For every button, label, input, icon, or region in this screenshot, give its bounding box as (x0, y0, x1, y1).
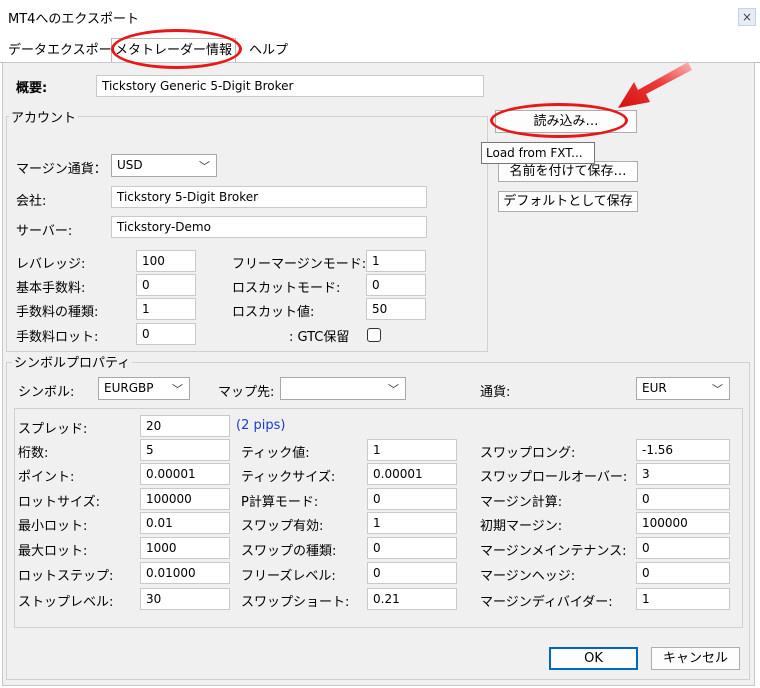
row-right-input[interactable]: -1.56 (636, 439, 730, 461)
row-mid-label: スワップショート: (241, 595, 350, 610)
gtc-label: : GTC保留 (289, 330, 350, 345)
company-input[interactable]: Tickstory 5-Digit Broker (111, 186, 427, 208)
row-right-input[interactable]: 0 (636, 537, 730, 559)
symbol-group-title: シンボルプロパティ (12, 352, 133, 371)
load-tooltip: Load from FXT... (481, 142, 595, 164)
margin-currency-label: マージン通貨： (16, 162, 107, 177)
spread-label: スプレッド: (18, 422, 88, 437)
row-mid-label: フリーズレベル: (241, 569, 336, 584)
row-mid-label: スワップの種類: (241, 544, 337, 559)
row-mid-label: P計算モード: (241, 495, 319, 510)
row-left-label: 桁数: (18, 446, 49, 461)
row-left-label: ストップレベル: (18, 595, 114, 610)
row-left-input[interactable]: 0.01 (140, 512, 230, 534)
stopout-value-input[interactable]: 50 (366, 298, 426, 320)
row-mid-input[interactable]: 0.21 (367, 588, 457, 610)
chevron-down-icon: ﹀ (199, 160, 210, 173)
row-left-label: ロットステップ: (18, 569, 114, 584)
row-left-input[interactable]: 30 (140, 588, 230, 610)
map-label: マップ先: (218, 385, 275, 400)
gtc-checkbox[interactable] (367, 328, 381, 342)
row-left-input[interactable]: 0.00001 (140, 463, 230, 485)
map-select[interactable]: ﹀ (280, 377, 406, 400)
fee-type-label: 手数料の種類: (16, 305, 99, 320)
row-right-label: スワップロールオーバー: (480, 470, 628, 485)
tab-data-export[interactable]: データエクスポート (5, 40, 128, 61)
symbol-label: シンボル: (18, 385, 75, 400)
row-left-label: ポイント: (18, 470, 75, 485)
leverage-input[interactable]: 100 (136, 250, 196, 272)
spread-note: (2 pips) (236, 418, 286, 433)
row-right-input[interactable]: 3 (636, 463, 730, 485)
row-mid-input[interactable]: 1 (367, 512, 457, 534)
stopout-value-label: ロスカット値: (232, 305, 315, 320)
symbol-value: EURGBP (104, 381, 154, 395)
leverage-label: レバレッジ: (16, 257, 86, 272)
row-mid-input[interactable]: 0 (367, 488, 457, 510)
row-left-label: ロットサイズ: (18, 495, 100, 510)
currency-value: EUR (642, 381, 667, 395)
fee-lot-input[interactable]: 0 (136, 323, 196, 345)
tab-help[interactable]: ヘルプ (246, 40, 291, 61)
row-left-input[interactable]: 0.01000 (140, 562, 230, 584)
server-label: サーバー: (16, 224, 73, 239)
row-mid-input[interactable]: 0 (367, 562, 457, 584)
save-default-button[interactable]: デフォルトとして保存 (498, 191, 638, 212)
stopout-mode-input[interactable]: 0 (366, 274, 426, 296)
stopout-mode-label: ロスカットモード: (232, 281, 341, 296)
currency-select[interactable]: EUR ﹀ (636, 377, 730, 400)
overview-input[interactable]: Tickstory Generic 5-Digit Broker (96, 75, 484, 97)
row-right-label: マージン計算: (480, 495, 563, 510)
chevron-down-icon: ﹀ (388, 383, 399, 396)
row-mid-input[interactable]: 1 (367, 439, 457, 461)
cancel-button[interactable]: キャンセル (651, 647, 740, 670)
save-as-button[interactable]: 名前を付けて保存… (498, 161, 638, 182)
base-fee-label: 基本手数料: (16, 281, 86, 296)
row-left-label: 最大ロット: (18, 544, 88, 559)
margin-currency-value: USD (117, 158, 143, 172)
annotation-arrow-icon (618, 62, 692, 108)
annotation-ring-tab (111, 29, 242, 69)
row-right-input[interactable]: 0 (636, 562, 730, 584)
company-label: 会社: (16, 194, 47, 209)
row-left-input[interactable]: 1000 (140, 537, 230, 559)
row-right-input[interactable]: 1 (636, 588, 730, 610)
account-group-title: アカウント (9, 107, 79, 126)
fee-lot-label: 手数料ロット: (16, 330, 99, 345)
row-mid-label: ティック値: (241, 446, 310, 461)
row-mid-label: ティックサイズ: (241, 470, 336, 485)
free-margin-mode-input[interactable]: 1 (366, 250, 426, 272)
row-right-label: マージンヘッジ: (480, 569, 576, 584)
window-title: MT4へのエクスポート (8, 12, 140, 27)
row-right-label: スワップロング: (480, 446, 576, 461)
close-button[interactable]: × (738, 8, 756, 26)
currency-label: 通貨: (480, 385, 511, 400)
chevron-down-icon: ﹀ (712, 383, 723, 396)
fee-type-input[interactable]: 1 (136, 298, 196, 320)
row-left-label: 最小ロット: (18, 519, 88, 534)
margin-currency-select[interactable]: USD ﹀ (111, 154, 217, 177)
free-margin-mode-label: フリーマージンモード: (232, 257, 367, 272)
row-right-label: マージンディバイダー: (480, 595, 613, 610)
base-fee-input[interactable]: 0 (136, 274, 196, 296)
row-left-input[interactable]: 100000 (140, 488, 230, 510)
chevron-down-icon: ﹀ (172, 383, 183, 396)
spread-input[interactable]: 20 (140, 415, 230, 437)
row-mid-input[interactable]: 0.00001 (367, 463, 457, 485)
row-left-input[interactable]: 5 (140, 439, 230, 461)
row-mid-label: スワップ有効: (241, 519, 324, 534)
row-right-input[interactable]: 100000 (636, 512, 730, 534)
overview-label: 概要: (16, 81, 48, 96)
symbol-select[interactable]: EURGBP ﹀ (98, 377, 190, 400)
ok-button[interactable]: OK (549, 647, 638, 670)
row-right-input[interactable]: 0 (636, 488, 730, 510)
server-input[interactable]: Tickstory-Demo (111, 216, 427, 238)
row-right-label: 初期マージン: (480, 519, 563, 534)
row-mid-input[interactable]: 0 (367, 537, 457, 559)
row-right-label: マージンメインテナンス: (480, 544, 627, 559)
